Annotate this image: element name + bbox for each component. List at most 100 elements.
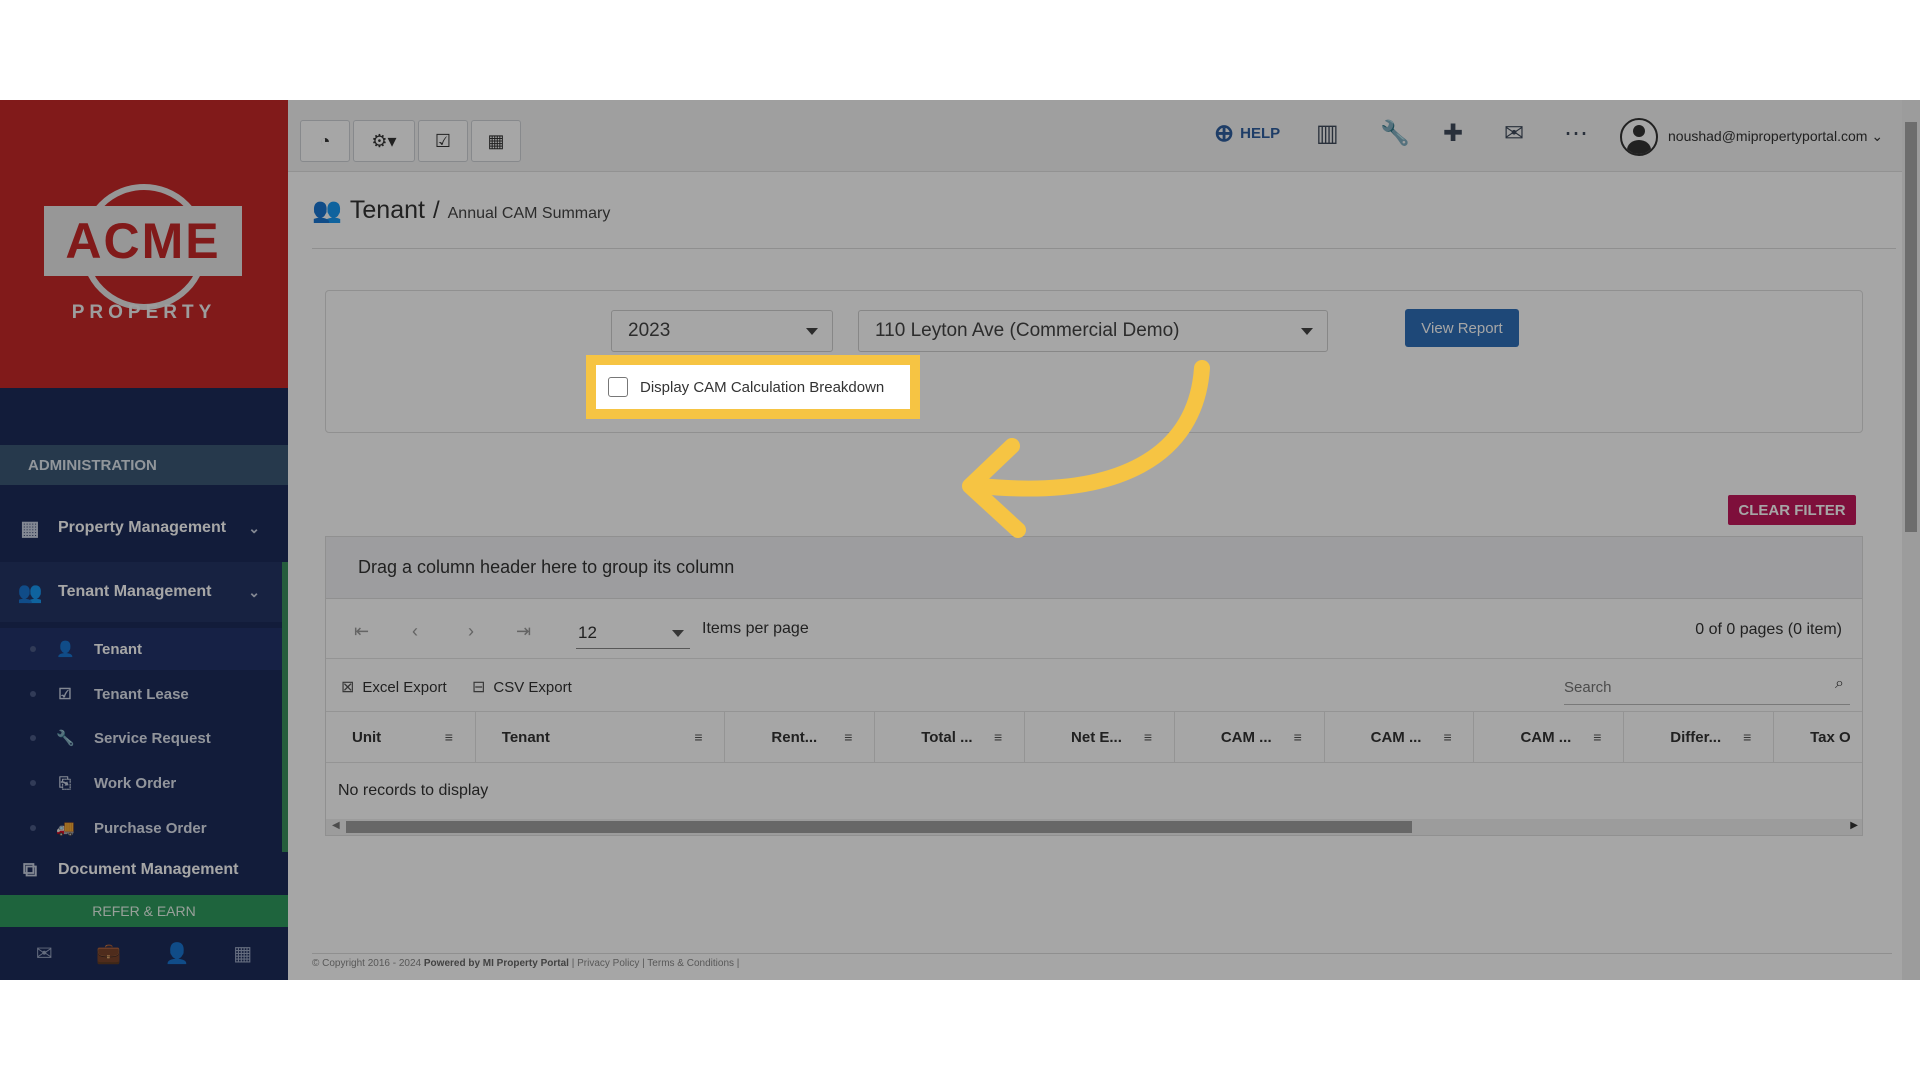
scrollbar-thumb[interactable] [1905,122,1917,532]
column-header-cam-3[interactable]: CAM ... ≡ [1474,712,1625,762]
powered-by-link[interactable]: Powered by MI Property Portal [424,958,569,969]
column-header-total[interactable]: Total ... ≡ [875,712,1026,762]
filter-icon[interactable]: ≡ [844,729,858,745]
user-menu[interactable]: noushad@mipropertyportal.com ⌄ [1668,128,1883,145]
calculator-icon[interactable]: ▦ [233,941,252,966]
first-page-icon[interactable]: ⇤ [354,621,369,642]
column-header-cam-1[interactable]: CAM ... ≡ [1175,712,1325,762]
horizontal-scrollbar[interactable]: ◀ ▶ [326,819,1862,835]
prev-page-icon[interactable]: ‹ [412,621,418,642]
search-box: ⌕ [1564,669,1850,705]
user-icon: 👤 [56,641,75,658]
calculator-button[interactable]: ▦ [471,120,521,162]
scroll-right-icon[interactable]: ▶ [1850,820,1858,831]
sidebar: ACME PROPERTY ADMINISTRATION ▦ Property … [0,100,288,980]
sidebar-item-label: Service Request [94,729,211,747]
next-page-icon[interactable]: › [468,621,474,642]
users-icon: 👥 [17,581,43,604]
plus-icon: ✚ [1443,119,1464,147]
bullet [30,646,36,652]
sidebar-item-service-request[interactable]: 🔧 Service Request [0,717,282,759]
reports-button[interactable]: ▥ [1316,118,1339,148]
column-header-cam-2[interactable]: CAM ... ≡ [1325,712,1475,762]
caret-down-icon [672,630,684,637]
data-grid: Drag a column header here to group its c… [325,536,1863,836]
column-header-tenant[interactable]: Tenant ≡ [476,712,726,762]
filter-icon[interactable]: ≡ [1294,729,1308,745]
column-header-difference[interactable]: Differ... ≡ [1624,712,1775,762]
column-header-tax[interactable]: Tax O [1774,712,1862,762]
sidebar-item-tenant[interactable]: 👤 Tenant [0,628,282,670]
highlight-frame: Display CAM Calculation Breakdown [586,355,920,419]
footer-links[interactable]: | Privacy Policy | Terms & Conditions | [572,958,740,969]
page-info: 0 of 0 pages (0 item) [1695,621,1842,638]
avatar[interactable] [1620,118,1658,156]
chevron-down-icon: ⌄ [1871,128,1884,144]
filter-icon[interactable]: ≡ [1144,729,1158,745]
excel-export-button[interactable]: ⊠ Excel Export [341,677,447,697]
search-input[interactable] [1564,675,1814,699]
user-icon[interactable]: 👤 [165,941,190,966]
filter-icon[interactable]: ≡ [694,729,708,745]
sidebar-item-label: Document Management [58,861,239,878]
clear-filter-button[interactable]: CLEAR FILTER [1728,495,1856,525]
briefcase-icon[interactable]: 💼 [96,941,121,966]
add-button[interactable]: ✚ [1443,118,1463,148]
vertical-scrollbar[interactable] [1902,100,1920,980]
divider [312,248,1896,249]
cam-breakdown-option[interactable]: Display CAM Calculation Breakdown [596,365,910,409]
column-header-unit[interactable]: Unit ≡ [326,712,476,762]
filter-icon[interactable]: ≡ [1743,729,1757,745]
last-page-icon[interactable]: ⇥ [516,621,531,642]
settings-dropdown-button[interactable]: ⚙▾ [353,120,415,162]
excel-icon: ⊠ [341,679,355,696]
filter-icon[interactable]: ≡ [1443,729,1457,745]
logo-box: ACME [44,206,242,276]
sidebar-item-tenant-management[interactable]: 👥 Tenant Management ⌄ [0,562,288,852]
more-button[interactable]: ⋯ [1564,118,1588,148]
sidebar-item-purchase-order[interactable]: 🚚 Purchase Order [0,807,282,849]
mail-icon[interactable]: ✉ [36,941,53,966]
page-size-value: 12 [578,623,597,642]
filter-icon[interactable]: ≡ [994,729,1008,745]
filter-icon[interactable]: ≡ [445,729,459,745]
year-select[interactable]: 2023 [611,310,833,352]
scrollbar-thumb[interactable] [346,821,1412,833]
topbar: ◔ ⚙▾ ☑ ▦ ⊕ HELP ▥ 🔧 ✚ ✉ ⋯ noushad@miprop… [288,100,1920,172]
page-size-select[interactable]: 12 [576,611,690,649]
scroll-left-icon[interactable]: ◀ [332,820,340,831]
csv-export-button[interactable]: ⊟ CSV Export [472,677,572,697]
column-header-label: Rent... [771,728,818,746]
calculator-icon: ▦ [487,130,505,151]
sidebar-footer: ✉ 💼 👤 ▦ [0,927,288,980]
truck-icon: 🚚 [56,820,75,837]
messages-button[interactable]: ✉ [1504,118,1524,148]
bullet [30,825,36,831]
sidebar-item-work-order[interactable]: ⎘ Work Order [0,762,282,804]
documents-icon: ⧉ [22,858,38,881]
search-icon[interactable]: ⌕ [1835,675,1844,693]
logo-text: ACME [65,213,221,269]
column-header-rent[interactable]: Rent... ≡ [725,712,876,762]
filter-icon[interactable]: ≡ [1593,729,1607,745]
user-email: noushad@mipropertyportal.com [1668,128,1868,144]
refer-and-earn-button[interactable]: REFER & EARN [0,895,288,927]
sidebar-item-tenant-lease[interactable]: ☑ Tenant Lease [0,673,282,715]
help-button[interactable]: ⊕ HELP [1214,118,1280,148]
more-icon: ⋯ [1564,119,1588,147]
logo[interactable]: ACME PROPERTY [0,100,288,388]
calendar-button[interactable]: ☑ [418,120,468,162]
building-icon: ▦ [20,517,40,540]
sidebar-item-document-management[interactable]: ⧉ Document Management [0,850,288,890]
column-header-net[interactable]: Net E... ≡ [1025,712,1175,762]
view-report-button[interactable]: View Report [1405,309,1519,347]
dashboard-button[interactable]: ◔ [300,120,350,162]
sidebar-item-label: Tenant Lease [94,685,189,703]
page-title[interactable]: Tenant [350,196,425,225]
cam-breakdown-label: Display CAM Calculation Breakdown [640,378,885,396]
sidebar-item-property-management[interactable]: ▦ Property Management ⌄ [0,498,288,558]
bullet [30,780,36,786]
cam-breakdown-checkbox[interactable] [608,377,628,397]
tools-button[interactable]: 🔧 [1380,118,1410,148]
sidebar-item-label: Purchase Order [94,819,207,837]
